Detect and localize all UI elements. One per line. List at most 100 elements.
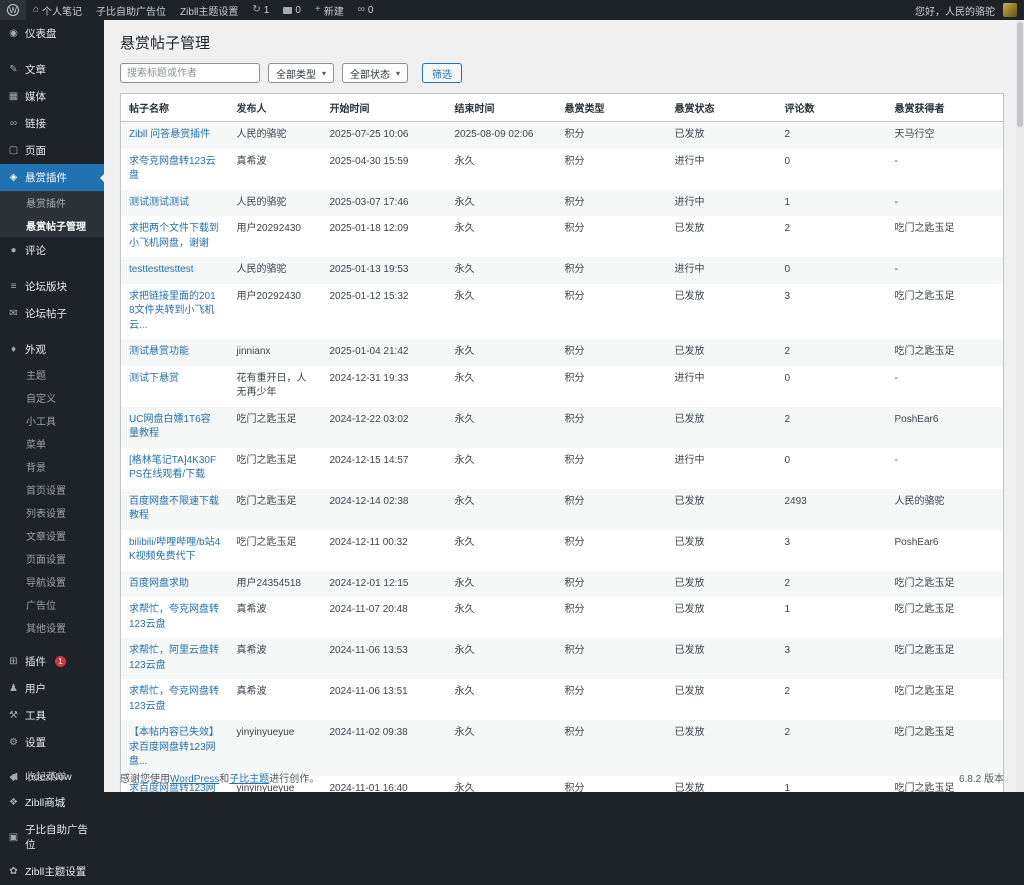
wordpress-menu[interactable]: W [0,0,26,20]
account-menu[interactable]: 您好，人民的骆驼 [908,0,1024,20]
sidebar-item-plugins[interactable]: ⊞插件1 [0,648,104,675]
table-row: 测试测试测试人民的骆驼2025-03-07 17:46永久积分进行中1- [121,190,1004,217]
admin-bar-ad-menu[interactable]: 子比自助广告位 [89,0,173,20]
new-content-menu[interactable]: + 新建 [308,0,351,20]
sidebar-item-links[interactable]: ∞链接 [0,110,104,137]
scrollbar-thumb[interactable] [1017,22,1023,127]
sidebar-item-label: 论坛帖子 [25,306,67,321]
sidebar-item-ad-slots[interactable]: 广告位 [0,593,104,616]
sidebar-item-settings[interactable]: ⚙设置 [0,729,104,756]
cell-start: 2024-11-06 13:53 [322,638,447,679]
sidebar-item-zibll-theme[interactable]: ✿Zibll主题设置 [0,858,104,885]
sidebar-item-users[interactable]: ♟用户 [0,675,104,702]
settings-icon: ⚙ [8,737,19,748]
sidebar-item-dashboard[interactable]: ◉仪表盘 [0,20,104,47]
sidebar-item-other-settings[interactable]: 其他设置 [0,616,104,639]
sidebar-item-collapse-menu[interactable]: ◀ 收起菜单 [0,763,104,790]
cell-name: 求帮忙，阿里云盘转123云盘 [121,638,229,679]
admin-bar-theme-menu[interactable]: Zibll主题设置 [173,0,245,20]
cell-comments: 2 [777,720,887,776]
post-title-link[interactable]: testtesttesttest [129,264,193,275]
sidebar-item-zibll-ad[interactable]: ▣子比自助广告位 [0,816,104,858]
sidebar-item-customize[interactable]: 自定义 [0,386,104,409]
sidebar-item-bounty-posts[interactable]: 悬赏帖子管理 [0,214,104,237]
post-title-link[interactable]: 【本帖内容已失效】求百度网盘转123网盘... [129,727,219,767]
cell-name: 测试下悬赏 [121,366,229,407]
column-header: 帖子名称 [121,94,229,122]
sidebar-item-forum-posts[interactable]: ✉论坛帖子 [0,300,104,327]
post-title-link[interactable]: 百度网盘不限速下载教程 [129,496,219,522]
post-title-link[interactable]: 测试测试测试 [129,197,189,208]
sidebar-item-label: 评论 [25,243,46,258]
sidebar-item-zibll-store[interactable]: ❖Zibll商城 [0,789,104,816]
post-title-link[interactable]: 百度网盘求助 [129,578,189,589]
post-title-link[interactable]: [格林笔记TA]4K30FPS在线观看/下载 [129,455,216,481]
sidebar-item-page-settings[interactable]: 页面设置 [0,547,104,570]
sidebar-item-background[interactable]: 背景 [0,455,104,478]
sidebar-item-list-settings[interactable]: 列表设置 [0,501,104,524]
cell-start: 2025-01-12 15:32 [322,284,447,340]
theme-link[interactable]: 子比主题 [229,774,269,785]
sidebar-item-themes[interactable]: 主题 [0,363,104,386]
cell-author: 吃门之匙玉足 [229,530,322,571]
post-title-link[interactable]: 测试下悬赏 [129,373,179,384]
cell-start: 2025-03-07 17:46 [322,190,447,217]
sidebar-item-nav-settings[interactable]: 导航设置 [0,570,104,593]
sidebar-item-post-settings[interactable]: 文章设置 [0,524,104,547]
filter-button[interactable]: 筛选 [422,63,462,83]
sidebar-separator [0,264,104,273]
sidebar-item-widgets[interactable]: 小工具 [0,409,104,432]
site-menu[interactable]: ⌂ 个人笔记 [26,0,89,20]
cell-name: 百度网盘求助 [121,571,229,598]
post-title-link[interactable]: UC网盘白嫖1T6容量教程 [129,414,211,440]
updates-icon: ↻ [252,5,260,15]
sidebar-item-tools[interactable]: ⚒工具 [0,702,104,729]
cell-author: 吃门之匙玉足 [229,448,322,489]
cell-winner: 吃门之匙玉足 [887,339,1004,366]
post-title-link[interactable]: 求帮忙，夸克网盘转123云盘 [129,604,219,630]
cell-author: 吃门之匙玉足 [229,489,322,530]
sidebar-item-comments[interactable]: ●评论 [0,237,104,264]
comments-menu[interactable]: 0 [276,0,308,20]
status-filter-select[interactable]: 全部状态 ▾ [342,63,408,83]
sidebar-item-pages[interactable]: ▢页面 [0,137,104,164]
cell-type: 积分 [557,679,667,720]
post-title-link[interactable]: Zibll 问答悬赏插件 [129,129,210,140]
sidebar-item-home-settings[interactable]: 首页设置 [0,478,104,501]
post-title-link[interactable]: 测试悬赏功能 [129,346,189,357]
sidebar-item-posts[interactable]: ✎文章 [0,56,104,83]
post-title-link[interactable]: 求夸克网盘转123云盘 [129,156,216,182]
updates-count: 1 [264,5,270,16]
sidebar-item-bounty-plugin[interactable]: ◈悬赏插件 [0,164,104,191]
sidebar-item-forum-sections[interactable]: ≡论坛版块 [0,273,104,300]
updates-menu[interactable]: ↻ 1 [245,0,276,20]
links-menu[interactable]: ∞ 0 [351,0,381,20]
type-filter-select[interactable]: 全部类型 ▾ [268,63,334,83]
post-title-link[interactable]: 求把两个文件下载到小飞机网盘，谢谢 [129,223,219,249]
sidebar-item-media[interactable]: ▦媒体 [0,83,104,110]
post-title-link[interactable]: bilibili/哔哩哔哩/b站4K视频免费代下 [129,537,220,563]
search-input[interactable] [120,63,260,83]
table-row: UC网盘白嫖1T6容量教程吃门之匙玉足2024-12-22 03:02永久积分已… [121,407,1004,448]
sidebar-item-menus[interactable]: 菜单 [0,432,104,455]
sidebar-item-label: 媒体 [25,89,46,104]
cell-status: 已发放 [667,216,777,257]
cell-type: 积分 [557,366,667,407]
cell-start: 2025-01-18 12:09 [322,216,447,257]
users-icon: ♟ [8,683,19,694]
sidebar-item-bounty-plugin-sub[interactable]: 悬赏插件 [0,191,104,214]
post-title-link[interactable]: 求帮忙，阿里云盘转123云盘 [129,645,219,671]
sidebar-item-label: 收起菜单 [25,769,67,784]
cell-start: 2025-04-30 15:59 [322,149,447,190]
cell-winner: 吃门之匙玉足 [887,284,1004,340]
sidebar-item-label: 页面 [25,143,46,158]
post-title-link[interactable]: 求把链接里面的2018文件夹转到小飞机云... [129,291,216,331]
wordpress-link[interactable]: WordPress [170,774,219,785]
scrollbar[interactable] [1016,20,1024,792]
cell-winner: 人民的骆驼 [887,489,1004,530]
tools-icon: ⚒ [8,710,19,721]
sidebar-item-appearance[interactable]: ♦外观 [0,336,104,363]
sidebar-item-label: 背景 [26,463,46,474]
cell-start: 2025-01-04 21:42 [322,339,447,366]
post-title-link[interactable]: 求帮忙，夸克网盘转123云盘 [129,686,219,712]
